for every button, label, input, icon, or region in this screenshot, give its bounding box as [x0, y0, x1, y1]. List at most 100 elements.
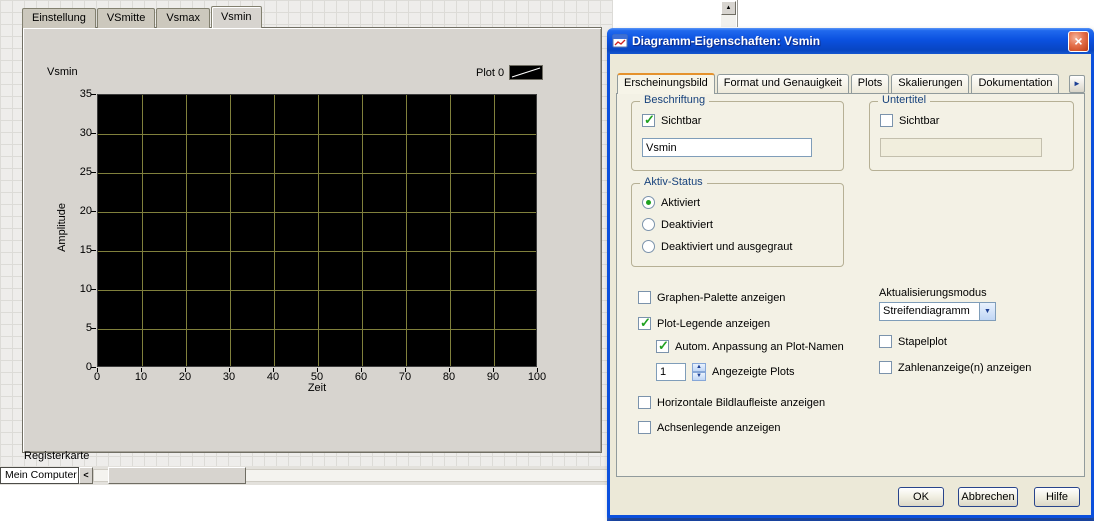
chart-plot-area[interactable]	[97, 94, 537, 367]
scroll-up-button[interactable]: ▲	[721, 1, 736, 15]
checkbox-autom-anpassung[interactable]: Autom. Anpassung an Plot-Namen	[656, 338, 844, 354]
x-tick-label: 90	[486, 371, 500, 383]
y-tick-mark	[91, 367, 96, 368]
dialog-tab-format-und-genauigkeit[interactable]: Format und Genauigkeit	[716, 74, 849, 93]
ok-button[interactable]: OK	[898, 487, 944, 507]
spin-up-icon[interactable]: ▲	[692, 363, 706, 372]
aktualisierungsmodus-dropdown[interactable]: Streifendiagramm ▼	[879, 302, 996, 321]
checkbox-box[interactable]	[880, 114, 893, 127]
radio-deaktiviert-und-ausgegraut[interactable]: Deaktiviert und ausgegraut	[642, 240, 792, 253]
y-tick-mark	[91, 133, 96, 134]
plot-legend-sample[interactable]	[509, 65, 544, 80]
group-untertitel-legend: Untertitel	[878, 94, 931, 106]
dropdown-arrow-icon[interactable]: ▼	[979, 303, 995, 320]
checkbox-label: Plot-Legende anzeigen	[657, 317, 771, 330]
checkbox-label: Sichtbar	[899, 114, 940, 127]
checkbox-box[interactable]	[642, 112, 655, 128]
group-beschriftung: Beschriftung Sichtbar	[631, 94, 844, 171]
dialog-icon	[612, 34, 628, 48]
x-tick-label: 100	[527, 371, 547, 383]
checkbox-box[interactable]	[879, 361, 892, 374]
left-tab-vsmax[interactable]: Vsmax	[156, 8, 210, 28]
left-tab-einstellung[interactable]: Einstellung	[22, 8, 96, 28]
checkbox-box[interactable]	[656, 338, 669, 354]
y-tick-mark	[91, 172, 96, 173]
chevron-left-icon: <	[83, 470, 89, 480]
gridline-vertical	[318, 95, 319, 366]
y-tick-label: 20	[79, 205, 92, 217]
tab-scroll-right-button[interactable]: ►	[1069, 75, 1085, 93]
y-tick-mark	[91, 211, 96, 212]
mein-computer-dropdown-button[interactable]: <	[79, 467, 93, 484]
y-tick-label: 35	[79, 88, 92, 100]
x-tick-label: 80	[442, 371, 456, 383]
angezeigte-plots-input[interactable]	[656, 363, 686, 381]
dialog-tab-skalierungen[interactable]: Skalierungen	[891, 74, 970, 93]
x-tick-mark	[185, 368, 186, 372]
radio-label: Deaktiviert und ausgegraut	[661, 240, 793, 253]
dialog-titlebar[interactable]: Diagramm-Eigenschaften: Vsmin ×	[607, 28, 1094, 54]
angezeigte-plots-spinner[interactable]: ▲ ▼	[692, 363, 706, 381]
left-tab-vsmitte[interactable]: VSmitte	[96, 8, 156, 28]
checkbox-label: Horizontale Bildlaufleiste anzeigen	[657, 396, 826, 409]
plot-legend[interactable]: Plot 0	[476, 65, 544, 80]
spin-down-icon[interactable]: ▼	[692, 372, 706, 381]
checkbox-box[interactable]	[638, 421, 651, 434]
group-aktiv-status: Aktiv-Status Aktiviert Deaktiviert Deaktiv…	[631, 176, 844, 267]
arrow-up-icon: ▲	[725, 5, 732, 11]
x-tick-label: 30	[222, 371, 236, 383]
gridline-horizontal	[98, 212, 536, 213]
x-tick-label: 50	[310, 371, 324, 383]
beschriftung-text-field[interactable]	[642, 138, 812, 157]
checkbox-box[interactable]	[638, 291, 651, 304]
gridline-vertical	[186, 95, 187, 366]
group-beschriftung-legend: Beschriftung	[640, 94, 710, 106]
gridline-vertical	[494, 95, 495, 366]
checkbox-untertitel-sichtbar[interactable]: Sichtbar	[880, 114, 939, 127]
left-tab-vsmin[interactable]: Vsmin	[210, 6, 262, 28]
x-tick-mark	[537, 368, 538, 372]
radio-button[interactable]	[642, 218, 655, 231]
vertical-scrollbar-track[interactable]	[721, 15, 736, 27]
dialog-tab-plots[interactable]: Plots	[850, 74, 890, 93]
checkbox-box[interactable]	[638, 396, 651, 409]
checkbox-beschriftung-sichtbar[interactable]: Sichtbar	[642, 112, 701, 128]
checkbox-label: Achsenlegende anzeigen	[657, 421, 781, 434]
checkbox-label: Stapelplot	[898, 335, 947, 348]
chevron-right-icon: ►	[1073, 79, 1081, 88]
dialog-window: Diagramm-Eigenschaften: Vsmin × Erschein…	[607, 28, 1094, 518]
radio-aktiviert[interactable]: Aktiviert	[642, 196, 700, 209]
checkbox-box[interactable]	[638, 315, 651, 331]
checkbox-stapelplot[interactable]: Stapelplot	[879, 335, 947, 348]
cancel-button[interactable]: Abbrechen	[958, 487, 1018, 507]
dialog-tab-bar: Erscheinungsbild Format und Genauigkeit Pl…	[617, 73, 1061, 94]
radio-button[interactable]	[642, 240, 655, 253]
tab-control-caption: Registerkarte	[24, 450, 90, 462]
checkbox-graphen-palette[interactable]: Graphen-Palette anzeigen	[638, 291, 785, 304]
checkbox-achsenlegende[interactable]: Achsenlegende anzeigen	[638, 421, 781, 434]
x-tick-mark	[449, 368, 450, 372]
gridline-vertical	[362, 95, 363, 366]
horizontal-scrollbar-thumb[interactable]	[108, 467, 246, 484]
checkbox-box[interactable]	[879, 335, 892, 348]
x-tick-mark	[493, 368, 494, 372]
checkbox-plot-legende[interactable]: Plot-Legende anzeigen	[638, 315, 771, 331]
x-tick-mark	[141, 368, 142, 372]
checkbox-zahlenanzeige[interactable]: Zahlenanzeige(n) anzeigen	[879, 361, 1031, 374]
radio-label: Aktiviert	[661, 196, 701, 209]
mein-computer-selector[interactable]: Mein Computer	[0, 467, 79, 484]
gridline-vertical	[274, 95, 275, 366]
close-icon: ×	[1074, 32, 1083, 49]
gridline-vertical	[230, 95, 231, 366]
help-button[interactable]: Hilfe	[1034, 487, 1080, 507]
dialog-tab-erscheinungsbild[interactable]: Erscheinungsbild	[617, 73, 715, 94]
close-button[interactable]: ×	[1068, 30, 1089, 52]
radio-button[interactable]	[642, 196, 655, 209]
gridline-horizontal	[98, 290, 536, 291]
dialog-tab-dokumentation[interactable]: Dokumentation	[971, 74, 1060, 93]
checkbox-horizontale-bildlaufleiste[interactable]: Horizontale Bildlaufleiste anzeigen	[638, 396, 825, 409]
x-tick-mark	[405, 368, 406, 372]
radio-deaktiviert[interactable]: Deaktiviert	[642, 218, 713, 231]
aktualisierungsmodus-label: Aktualisierungsmodus	[879, 287, 987, 299]
gridline-horizontal	[98, 329, 536, 330]
